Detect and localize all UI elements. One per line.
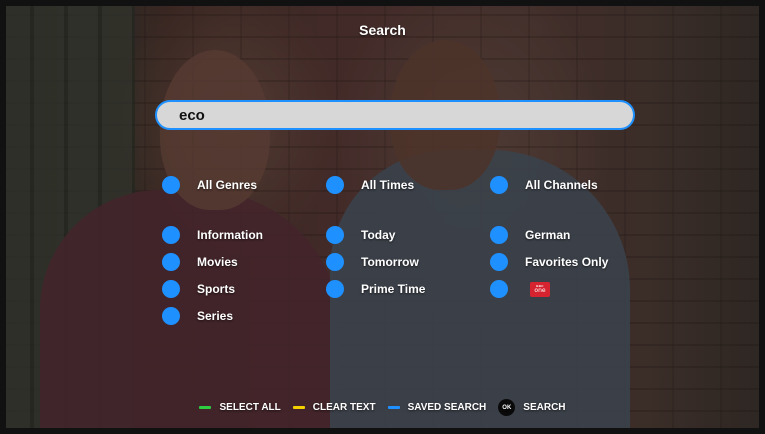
radio-dot-icon [490, 176, 508, 194]
option-genre-series[interactable]: Series [162, 306, 233, 326]
option-label: Movies [197, 255, 238, 269]
option-all-times[interactable]: All Times [326, 175, 414, 195]
option-all-genres[interactable]: All Genres [162, 175, 257, 195]
search-label: SEARCH [523, 402, 566, 413]
background-dim-overlay [0, 0, 765, 434]
select-all-label: SELECT ALL [219, 402, 281, 413]
footer-key-hints: SELECT ALL CLEAR TEXT SAVED SEARCH OK SE… [0, 399, 765, 416]
clear-text-hint[interactable]: CLEAR TEXT [292, 402, 376, 413]
option-label: German [525, 228, 571, 242]
yellow-key-icon [292, 406, 305, 409]
option-channel-favorites-only[interactable]: Favorites Only [490, 252, 608, 272]
option-label: All Channels [525, 178, 598, 192]
radio-dot-icon [490, 226, 508, 244]
saved-search-hint[interactable]: SAVED SEARCH [387, 402, 487, 413]
search-hint[interactable]: OK SEARCH [498, 399, 566, 416]
option-label: All Genres [197, 178, 258, 192]
option-genre-sports[interactable]: Sports [162, 279, 235, 299]
option-channel-german[interactable]: German [490, 225, 570, 245]
bbc-one-logo-icon: BBC one [530, 281, 550, 297]
option-time-today[interactable]: Today [326, 225, 395, 245]
page-title: Search [359, 22, 406, 38]
option-all-channels[interactable]: All Channels [490, 175, 598, 195]
radio-dot-icon [326, 253, 344, 271]
select-all-hint[interactable]: SELECT ALL [199, 402, 281, 413]
ok-key-icon: OK [498, 399, 516, 416]
option-time-prime-time[interactable]: Prime Time [326, 279, 425, 299]
radio-dot-icon [326, 226, 344, 244]
radio-dot-icon [162, 176, 180, 194]
search-input-value: eco [179, 106, 205, 124]
search-screen: Search eco All Genres Information Movies… [0, 0, 765, 434]
logo-line-2: one [534, 286, 546, 294]
radio-dot-icon [162, 253, 180, 271]
radio-dot-icon [326, 176, 344, 194]
option-genre-movies[interactable]: Movies [162, 252, 238, 272]
blue-key-icon [387, 406, 400, 409]
clear-text-label: CLEAR TEXT [312, 402, 376, 413]
option-label: Favorites Only [525, 255, 609, 269]
option-genre-information[interactable]: Information [162, 225, 263, 245]
radio-dot-icon [490, 253, 508, 271]
radio-dot-icon [326, 280, 344, 298]
option-label: Series [197, 309, 234, 323]
option-label: Tomorrow [361, 255, 419, 269]
option-label: Sports [197, 282, 236, 296]
green-key-icon [199, 406, 212, 409]
option-label: All Times [361, 178, 415, 192]
saved-search-label: SAVED SEARCH [407, 402, 487, 413]
radio-dot-icon [162, 280, 180, 298]
option-label: Information [197, 228, 263, 242]
option-channel-bbc-one[interactable]: BBC one [490, 279, 550, 299]
search-input[interactable]: eco [155, 100, 635, 130]
radio-dot-icon [162, 226, 180, 244]
option-label: Prime Time [361, 282, 426, 296]
option-time-tomorrow[interactable]: Tomorrow [326, 252, 419, 272]
radio-dot-icon [162, 307, 180, 325]
radio-dot-icon [490, 280, 508, 298]
option-label: Today [361, 228, 396, 242]
